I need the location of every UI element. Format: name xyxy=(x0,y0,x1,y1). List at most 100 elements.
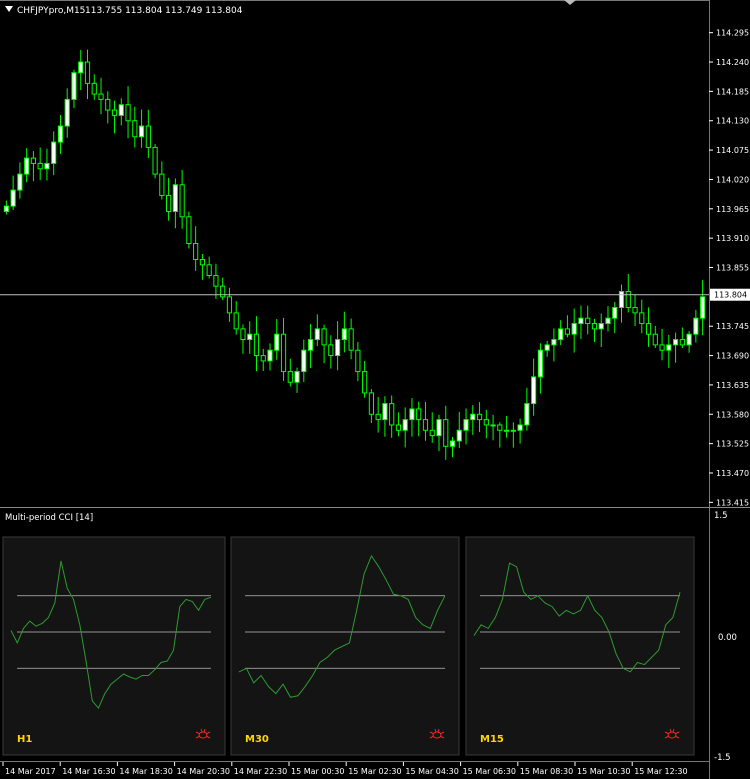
candle-body xyxy=(240,328,246,341)
candle-body xyxy=(57,125,64,143)
time-tick-label: 15 Mar 12:30 xyxy=(634,767,687,776)
candle-body xyxy=(348,328,354,351)
candle-body xyxy=(314,328,320,341)
candle-body xyxy=(693,317,699,335)
candle-body xyxy=(247,333,253,341)
cci-panel-m15[interactable]: M15 xyxy=(465,536,695,756)
cci-panel-m30[interactable]: M30 xyxy=(230,536,460,756)
candle-body xyxy=(132,120,138,138)
price-tick-label: 113.690 xyxy=(716,352,749,361)
time-tick-label: 15 Mar 08:30 xyxy=(520,767,573,776)
price-tick-label: 114.295 xyxy=(716,29,749,38)
candle-body xyxy=(578,317,584,325)
candle-body xyxy=(679,339,685,346)
price-tick-label: 114.130 xyxy=(716,117,749,126)
price-tick-label: 113.470 xyxy=(716,469,749,478)
candle-body xyxy=(591,323,598,330)
price-tick-label: 113.745 xyxy=(716,322,749,331)
ohlc-values: 113.755 113.804 113.749 113.804 xyxy=(85,6,243,16)
candle-body xyxy=(193,242,199,261)
price-tick-label: 113.635 xyxy=(716,381,749,390)
candle-body xyxy=(409,408,415,421)
candle-body xyxy=(672,339,679,346)
candle-body xyxy=(605,317,611,325)
candle-body xyxy=(517,424,523,431)
candle-body xyxy=(24,157,30,175)
candle-body xyxy=(233,312,239,330)
candle-body xyxy=(44,162,50,170)
candle-body xyxy=(125,104,131,122)
candle-body xyxy=(632,307,638,314)
candle-body xyxy=(145,125,151,148)
candle-body xyxy=(618,291,625,309)
period-label: M30 xyxy=(245,734,269,745)
candle-body xyxy=(159,173,165,196)
candle-body xyxy=(463,419,469,431)
price-tick-label: 114.075 xyxy=(716,146,749,155)
indicator-title: Multi-period CCI [14] xyxy=(5,513,93,523)
candle-body xyxy=(267,349,273,362)
candle-body xyxy=(558,328,564,341)
indicator-scale-max: 1.5 xyxy=(714,511,728,521)
candle-body xyxy=(456,429,462,442)
candle-body xyxy=(544,344,550,351)
candle-body xyxy=(659,344,665,351)
time-tick-label: 14 Mar 20:30 xyxy=(177,767,230,776)
time-tick-label: 15 Mar 02:30 xyxy=(348,767,401,776)
candle-body xyxy=(321,328,327,346)
candle-body xyxy=(166,194,172,212)
candle-body xyxy=(585,317,591,325)
indicator-scale-min: -1.5 xyxy=(714,753,731,763)
candle-body xyxy=(51,141,57,164)
candle-body xyxy=(10,189,16,207)
symbol-label: CHFJPYpro,M15 xyxy=(17,6,85,16)
candle-body xyxy=(375,413,381,421)
candle-body xyxy=(301,349,307,373)
cci-panel-frame xyxy=(230,536,460,756)
candle-body xyxy=(666,344,672,351)
candle-body xyxy=(355,349,361,373)
candle-body xyxy=(652,333,658,346)
candle-body xyxy=(422,419,429,431)
candle-body xyxy=(612,307,618,319)
time-tick-label: 14 Mar 18:30 xyxy=(119,767,172,776)
candle-body xyxy=(172,184,178,212)
candle-body xyxy=(253,333,260,357)
candle-body xyxy=(639,312,645,325)
candle-body xyxy=(91,82,97,95)
candle-body xyxy=(335,339,341,357)
candle-body xyxy=(686,333,692,346)
candle-body xyxy=(362,371,368,394)
time-tick-label: 14 Mar 22:30 xyxy=(234,767,287,776)
candle-body xyxy=(436,419,442,437)
candle-body xyxy=(71,72,77,100)
cci-panel-h1[interactable]: H1 xyxy=(2,536,226,756)
price-chart[interactable]: CHFJPYpro,M15 113.755 113.804 113.749 11… xyxy=(0,0,750,779)
candle-body xyxy=(186,216,192,244)
candle-body xyxy=(503,429,510,432)
period-label: H1 xyxy=(17,734,32,745)
candle-body xyxy=(645,323,652,335)
candle-body xyxy=(138,125,145,138)
price-tick-label: 114.240 xyxy=(716,58,749,67)
candle-body xyxy=(395,424,402,431)
candle-body xyxy=(328,344,334,357)
price-tick-label: 113.415 xyxy=(716,498,749,507)
candle-body xyxy=(429,429,435,437)
candle-body xyxy=(598,323,604,330)
candle-body xyxy=(118,104,124,116)
candle-body xyxy=(260,355,266,362)
candle-body xyxy=(368,392,374,415)
cci-panel-frame xyxy=(2,536,226,756)
candle-body xyxy=(152,146,158,175)
candle-body xyxy=(402,419,408,431)
candle-body xyxy=(483,419,489,426)
candle-body xyxy=(382,403,388,421)
candle-body xyxy=(199,259,206,266)
candle-body xyxy=(17,173,23,191)
candle-body xyxy=(470,413,476,421)
candle-body xyxy=(524,403,530,426)
time-tick-label: 15 Mar 06:30 xyxy=(463,767,516,776)
candle-body xyxy=(179,184,185,218)
candle-body xyxy=(280,333,287,373)
